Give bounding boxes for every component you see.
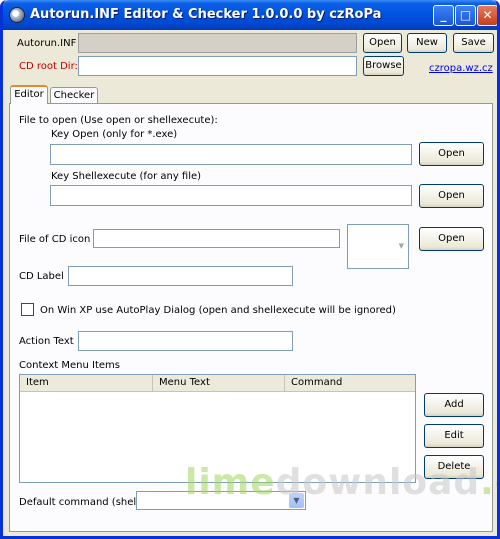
default-command-label: Default command (shell): [19, 497, 143, 508]
key-shell-label: Key Shellexecute (for any file): [51, 171, 202, 182]
key-shellexecute-field[interactable]: [50, 185, 412, 206]
key-open-browse-button[interactable]: Open: [419, 142, 484, 166]
save-button[interactable]: Save: [453, 33, 494, 53]
autoplay-checkbox[interactable]: [21, 303, 34, 316]
minimize-button[interactable]: _: [433, 5, 454, 26]
cd-icon-preview: ▼: [347, 224, 409, 269]
tab-checker[interactable]: Checker: [50, 87, 98, 103]
autorun-label: Autorun.INF: [17, 38, 77, 49]
key-open-label: Key Open (only for *.exe): [51, 129, 178, 140]
window-title: Autorun.INF Editor & Checker 1.0.0.0 by …: [30, 7, 382, 22]
edit-item-button[interactable]: Edit: [424, 424, 484, 448]
title-bar[interactable]: Autorun.INF Editor & Checker 1.0.0.0 by …: [3, 0, 497, 30]
open-autorun-button[interactable]: Open: [363, 33, 402, 53]
cd-root-field[interactable]: [78, 56, 357, 76]
maximize-button[interactable]: □: [455, 5, 476, 26]
file-to-open-label: File to open (Use open or shellexecute):: [19, 115, 218, 126]
action-text-field[interactable]: [78, 331, 293, 351]
website-link[interactable]: czropa.wz.cz: [429, 63, 493, 74]
cd-label-label: CD Label: [19, 271, 64, 282]
autoplay-checkbox-label: On Win XP use AutoPlay Dialog (open and …: [40, 305, 396, 316]
client-area: Autorun.INF Open New Save CD root Dir: B…: [3, 30, 497, 536]
context-menu-label: Context Menu Items: [19, 360, 120, 371]
chevron-down-icon: ▼: [398, 242, 404, 250]
column-command[interactable]: Command: [285, 375, 415, 392]
key-open-field[interactable]: [50, 144, 412, 165]
add-item-button[interactable]: Add: [424, 393, 484, 417]
cd-icon-field[interactable]: [93, 229, 340, 248]
action-text-label: Action Text: [19, 336, 74, 347]
app-cd-icon: [9, 7, 25, 23]
column-item[interactable]: Item: [20, 375, 153, 392]
cd-label-field[interactable]: [68, 266, 293, 286]
close-button[interactable]: ✕: [477, 5, 497, 26]
new-button[interactable]: New: [407, 33, 447, 53]
list-header: Item Menu Text Command: [20, 375, 415, 392]
column-menu-text[interactable]: Menu Text: [153, 375, 285, 392]
autorun-path-field[interactable]: [78, 33, 357, 53]
key-shell-browse-button[interactable]: Open: [419, 184, 484, 208]
cd-root-label: CD root Dir:: [19, 61, 78, 72]
watermark-logo: limedownload.com: [185, 462, 497, 503]
cd-icon-label: File of CD icon: [19, 234, 91, 245]
browse-button[interactable]: Browse: [363, 56, 404, 76]
tab-editor[interactable]: Editor: [10, 85, 48, 104]
cd-icon-browse-button[interactable]: Open: [419, 227, 484, 251]
app-window: Autorun.INF Editor & Checker 1.0.0.0 by …: [0, 0, 500, 539]
